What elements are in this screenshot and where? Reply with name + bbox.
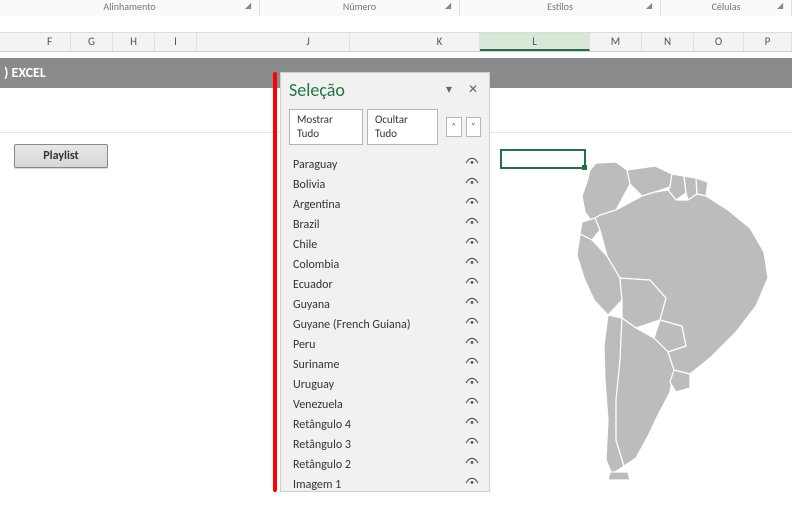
selection-item[interactable]: Bolivia <box>289 175 481 195</box>
hide-all-button[interactable]: Ocultar Tudo <box>367 109 438 145</box>
visibility-eye-icon[interactable] <box>463 356 481 374</box>
column-header[interactable]: J <box>267 33 350 51</box>
selection-item[interactable]: Paraguay <box>289 155 481 175</box>
visibility-eye-icon[interactable] <box>463 236 481 254</box>
visibility-eye-icon[interactable] <box>463 376 481 394</box>
selection-item-name: Retângulo 2 <box>289 458 463 472</box>
visibility-eye-icon[interactable] <box>463 476 481 494</box>
visibility-eye-icon[interactable] <box>463 216 481 234</box>
visibility-eye-icon[interactable] <box>463 156 481 174</box>
selection-item-name: Bolivia <box>289 178 463 192</box>
selection-item-name: Suriname <box>289 358 463 372</box>
selection-item[interactable]: Imagem 1 <box>289 475 481 495</box>
column-header[interactable]: G <box>71 33 113 51</box>
column-header[interactable]: P <box>744 33 792 51</box>
selection-item[interactable]: Brazil <box>289 215 481 235</box>
visibility-eye-icon[interactable] <box>463 416 481 434</box>
selection-item-name: Paraguay <box>289 158 463 172</box>
column-header[interactable]: F <box>29 33 71 51</box>
map-guyane[interactable] <box>696 178 708 196</box>
selection-pane-list: Paraguay Bolivia Argentina Brazil Chile Colom… <box>289 155 481 495</box>
column-headers[interactable]: FGHI J KLMNOP <box>0 32 792 52</box>
selection-item[interactable]: Argentina <box>289 195 481 215</box>
title-text: ) EXCEL <box>4 64 46 81</box>
visibility-eye-icon[interactable] <box>463 296 481 314</box>
selection-item[interactable]: Chile <box>289 235 481 255</box>
red-annotation-line <box>273 72 277 492</box>
dialog-launcher-icon[interactable]: ◢ <box>777 1 787 11</box>
selection-item[interactable]: Guyane (French Guiana) <box>289 315 481 335</box>
spacer <box>0 16 792 32</box>
ribbon-group: Número ◢ <box>260 0 460 16</box>
selection-item-name: Chile <box>289 238 463 252</box>
dialog-launcher-icon[interactable]: ◢ <box>445 1 455 11</box>
playlist-button[interactable]: Playlist <box>14 144 108 168</box>
dialog-launcher-icon[interactable]: ◢ <box>245 1 255 11</box>
ribbon-group: Células ◢ <box>661 0 792 16</box>
ribbon-group: Estilos ◢ <box>460 0 661 16</box>
column-header[interactable]: L <box>480 33 590 51</box>
ribbon-group-label: Células <box>712 0 741 13</box>
close-icon[interactable]: ✕ <box>465 82 481 98</box>
ribbon-group-label: Estilos <box>547 0 573 13</box>
ribbon-group-labels: Alinhamento ◢ Número ◢ Estilos ◢ Células ◢ <box>0 0 792 17</box>
visibility-eye-icon[interactable] <box>463 276 481 294</box>
selection-item[interactable]: Suriname <box>289 355 481 375</box>
selection-item[interactable]: Peru <box>289 335 481 355</box>
selection-item-name: Retângulo 3 <box>289 438 463 452</box>
selection-item-name: Colombia <box>289 258 463 272</box>
dialog-launcher-icon[interactable]: ◢ <box>646 1 656 11</box>
column-header[interactable]: K <box>400 33 480 51</box>
visibility-eye-icon[interactable] <box>463 256 481 274</box>
move-up-button[interactable]: ˄ <box>446 117 461 137</box>
selection-item-name: Imagem 1 <box>289 478 463 492</box>
ribbon-group-label: Número <box>343 0 376 13</box>
selection-item[interactable]: Guyana <box>289 295 481 315</box>
selection-item[interactable]: Uruguay <box>289 375 481 395</box>
visibility-eye-icon[interactable] <box>463 196 481 214</box>
ribbon-group-label: Alinhamento <box>103 0 155 13</box>
selection-item-name: Retângulo 4 <box>289 418 463 432</box>
selection-item[interactable]: Retângulo 2 <box>289 455 481 475</box>
visibility-eye-icon[interactable] <box>463 436 481 454</box>
selection-item-name: Venezuela <box>289 398 463 412</box>
selection-item-name: Brazil <box>289 218 463 232</box>
selection-item[interactable]: Ecuador <box>289 275 481 295</box>
selection-pane: Seleção ▾ ✕ Mostrar Tudo Ocultar Tudo ˄ … <box>280 72 490 492</box>
selection-item-name: Guyane (French Guiana) <box>289 318 463 332</box>
pane-options-icon[interactable]: ▾ <box>441 82 457 98</box>
ribbon-group: Alinhamento ◢ <box>0 0 260 16</box>
visibility-eye-icon[interactable] <box>463 336 481 354</box>
selection-item-name: Peru <box>289 338 463 352</box>
column-header[interactable]: O <box>694 33 744 51</box>
visibility-eye-icon[interactable] <box>463 176 481 194</box>
selection-item[interactable]: Retângulo 4 <box>289 415 481 435</box>
selection-item-name: Guyana <box>289 298 463 312</box>
selection-item[interactable]: Retângulo 3 <box>289 435 481 455</box>
selection-item-name: Argentina <box>289 198 463 212</box>
visibility-eye-icon[interactable] <box>463 396 481 414</box>
show-all-button[interactable]: Mostrar Tudo <box>289 109 363 145</box>
visibility-eye-icon[interactable] <box>463 316 481 334</box>
visibility-eye-icon[interactable] <box>463 456 481 474</box>
move-down-button[interactable]: ˅ <box>466 117 481 137</box>
column-header[interactable]: M <box>590 33 642 51</box>
selection-pane-buttons: Mostrar Tudo Ocultar Tudo ˄ ˅ <box>289 109 481 145</box>
selection-pane-header: Seleção ▾ ✕ <box>289 79 481 101</box>
column-header[interactable]: I <box>155 33 197 51</box>
column-header[interactable]: N <box>642 33 694 51</box>
selection-item-name: Uruguay <box>289 378 463 392</box>
map-tdf[interactable] <box>608 472 630 480</box>
selection-item[interactable]: Colombia <box>289 255 481 275</box>
selection-pane-title: Seleção <box>289 79 433 101</box>
column-header[interactable]: H <box>113 33 155 51</box>
south-america-map[interactable] <box>550 160 790 480</box>
selection-item-name: Ecuador <box>289 278 463 292</box>
selection-item[interactable]: Venezuela <box>289 395 481 415</box>
